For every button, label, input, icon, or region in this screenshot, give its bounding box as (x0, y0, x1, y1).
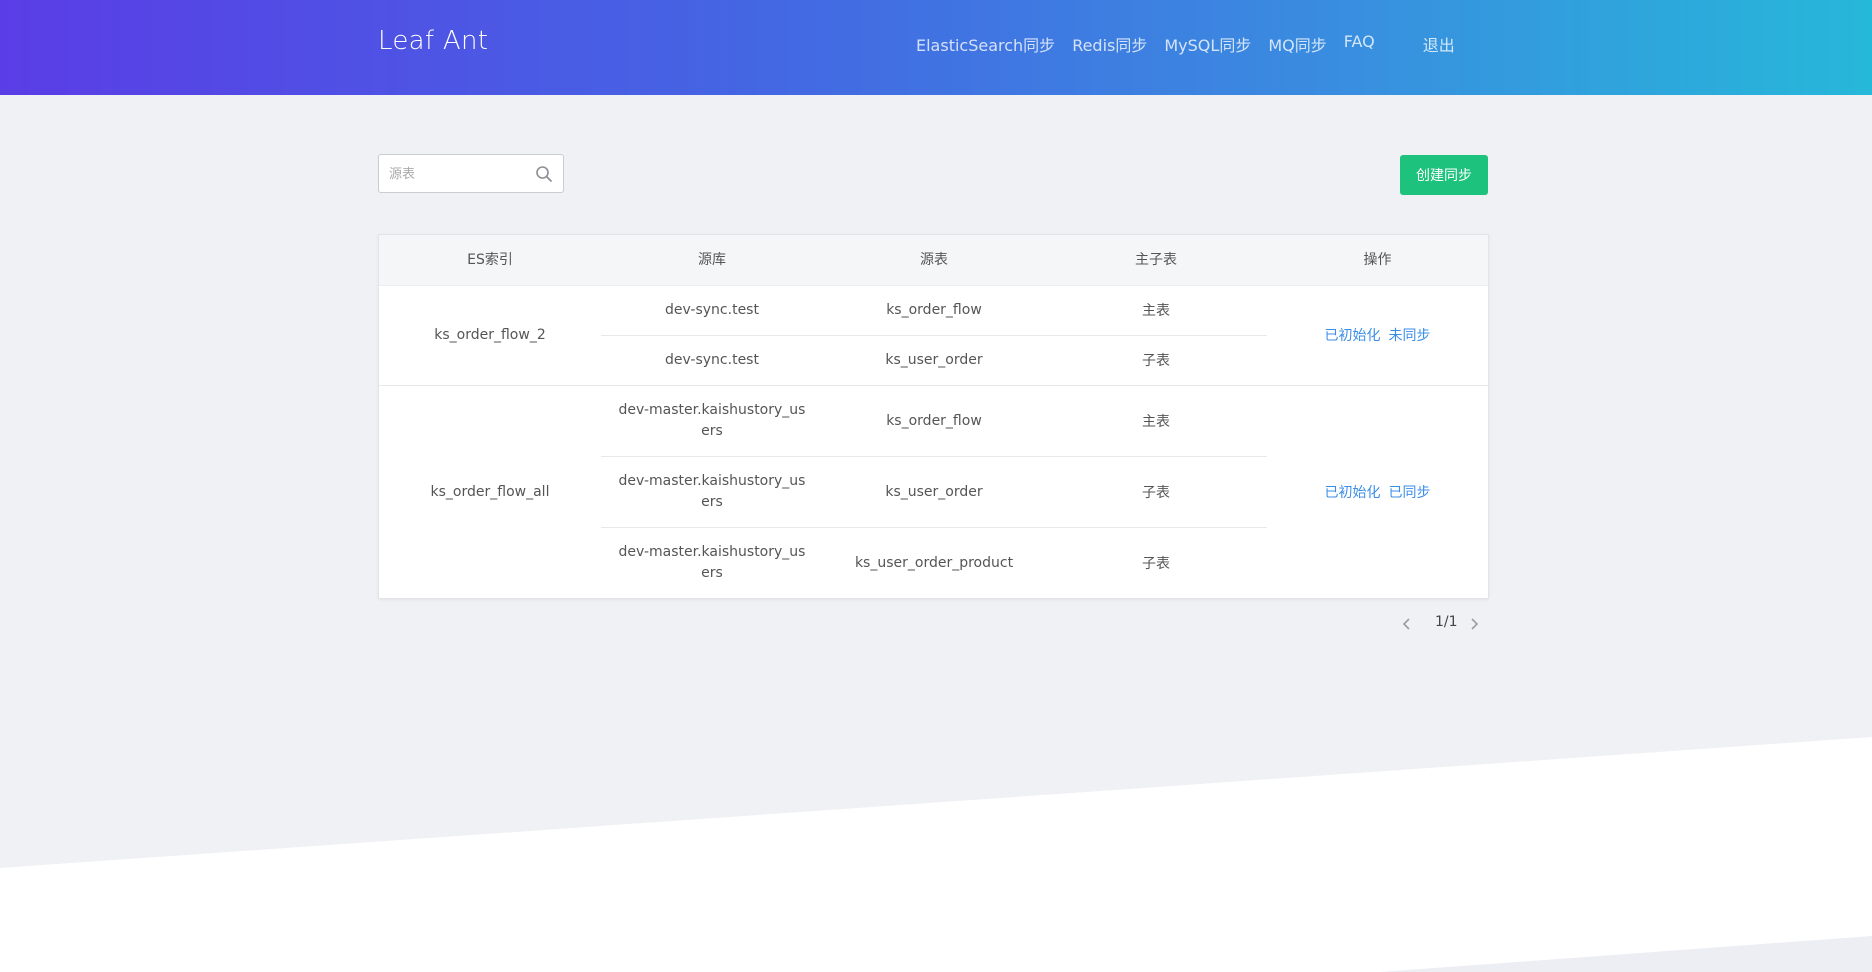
source-db: dev-master.kaishustory_users (618, 473, 806, 510)
es-index-name: ks_order_flow_all (430, 484, 550, 500)
nav-item-mq[interactable]: MQ同步 (1268, 32, 1326, 56)
table-row: 子表 (1045, 335, 1267, 385)
table-row: dev-sync.test (601, 335, 823, 385)
column-header-es-index: ES索引 (467, 252, 513, 268)
nav-item-mysql[interactable]: MySQL同步 (1164, 32, 1251, 56)
table-type: 子表 (1142, 556, 1170, 572)
source-db: dev-master.kaishustory_users (618, 544, 806, 581)
table-row: ks_user_order_product (823, 528, 1045, 598)
search-icon[interactable] (535, 165, 553, 183)
table-row: ks_order_flow_2 (379, 285, 601, 385)
source-table: ks_user_order (885, 352, 983, 368)
source-table: ks_order_flow (886, 413, 982, 429)
table-row: ks_order_flow (823, 285, 1045, 335)
source-db: dev-sync.test (665, 302, 759, 318)
table-row: 子表 (1045, 528, 1267, 598)
source-table: ks_order_flow (886, 302, 982, 318)
table-row: ks_order_flow_all (379, 386, 601, 598)
main-nav: ElasticSearch同步 Redis同步 MySQL同步 MQ同步 FAQ… (916, 32, 1472, 56)
table-row: dev-master.kaishustory_users (601, 457, 823, 527)
column-header-source-db: 源库 (698, 252, 726, 268)
logout-link[interactable]: 退出 (1423, 32, 1455, 56)
table-row: 主表 (1045, 386, 1267, 456)
table-row: dev-master.kaishustory_users (601, 528, 823, 598)
table-row: 主表 (1045, 285, 1267, 335)
chevron-right-icon[interactable] (1467, 616, 1481, 632)
column-header-table-type: 主子表 (1135, 252, 1177, 268)
nav-item-elasticsearch[interactable]: ElasticSearch同步 (916, 32, 1055, 56)
column-header-actions: 操作 (1363, 252, 1392, 268)
pagination: 1/1 (1400, 614, 1490, 634)
nav-item-faq[interactable]: FAQ (1344, 32, 1375, 56)
create-sync-button[interactable]: 创建同步 (1400, 155, 1488, 195)
app-logo[interactable]: Leaf Ant (378, 26, 488, 56)
nav-item-redis[interactable]: Redis同步 (1072, 32, 1147, 56)
source-db: dev-sync.test (665, 352, 759, 368)
source-table: ks_user_order (885, 484, 983, 500)
source-db: dev-master.kaishustory_users (618, 402, 806, 439)
search-box (378, 154, 564, 194)
table-type: 主表 (1142, 414, 1170, 430)
actions-cell: 已初始化 未同步 (1267, 285, 1488, 385)
table-row: dev-sync.test (601, 285, 823, 335)
actions-cell: 已初始化 已同步 (1267, 386, 1488, 598)
table-type: 子表 (1142, 485, 1170, 501)
sync-status-link[interactable]: 已同步 (1389, 482, 1431, 502)
page-indicator: 1/1 (1435, 614, 1458, 630)
table-type: 子表 (1142, 353, 1170, 369)
initialized-link[interactable]: 已初始化 (1325, 482, 1381, 502)
top-header: Leaf Ant ElasticSearch同步 Redis同步 MySQL同步… (0, 0, 1872, 95)
table-type: 主表 (1142, 303, 1170, 319)
table-header: ES索引 源库 源表 主子表 操作 (379, 235, 1488, 286)
search-input[interactable] (387, 155, 531, 194)
column-header-source-table: 源表 (920, 252, 948, 268)
chevron-left-icon[interactable] (1400, 616, 1414, 632)
table-row: dev-master.kaishustory_users (601, 386, 823, 456)
table-row: ks_user_order (823, 457, 1045, 527)
initialized-link[interactable]: 已初始化 (1325, 325, 1381, 345)
sync-table: ES索引 源库 源表 主子表 操作 ks_order_flow_2 dev-sy… (378, 234, 1489, 599)
table-row: ks_user_order (823, 335, 1045, 385)
es-index-name: ks_order_flow_2 (434, 327, 546, 343)
sync-status-link[interactable]: 未同步 (1389, 325, 1431, 345)
source-table: ks_user_order_product (854, 555, 1014, 571)
table-row: ks_order_flow (823, 386, 1045, 456)
table-row: 子表 (1045, 457, 1267, 527)
